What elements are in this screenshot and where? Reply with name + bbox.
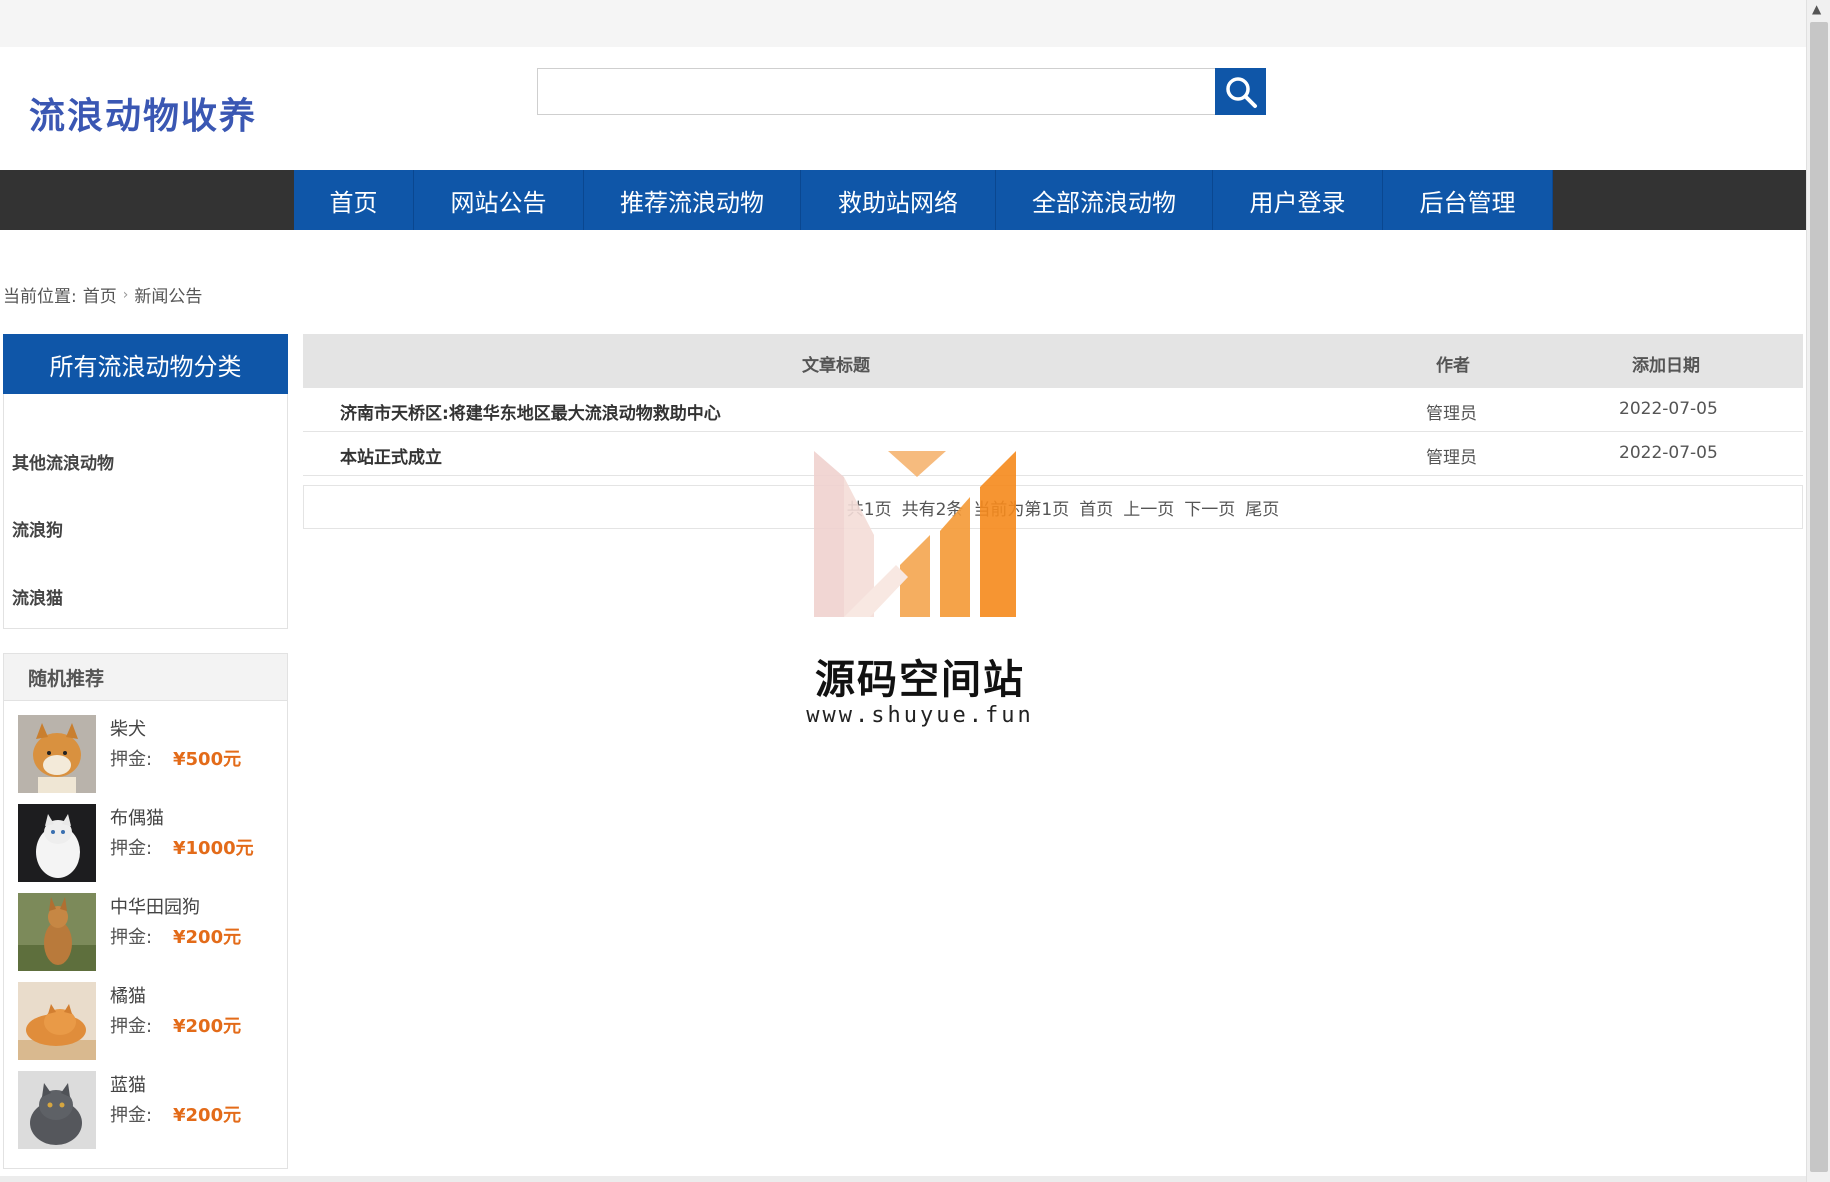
nav-user-login[interactable]: 用户登录 [1213,170,1383,230]
pagination: 共1页 共有2条 当前为第1页 首页 上一页 下一页 尾页 [303,485,1803,529]
watermark-logo-icon [814,451,1016,617]
animal-photo[interactable] [18,804,96,882]
main-nav: 首页 网站公告 推荐流浪动物 救助站网络 全部流浪动物 用户登录 后台管理 [0,170,1806,230]
deposit-label: 押金: [110,1105,153,1126]
article-author: 管理员 [1426,448,1477,468]
recommend-item[interactable]: 布偶猫 押金: ¥1000元 [18,804,278,882]
pager-last[interactable]: 尾页 [1245,495,1279,520]
breadcrumb-current: 新闻公告 [134,287,203,307]
chevron-right-icon: › [122,286,129,303]
news-table: 文章标题 作者 添加日期 济南市天桥区:将建华东地区最大流浪动物救助中心 管理员… [303,334,1803,529]
recommend-item[interactable]: 柴犬 押金: ¥500元 [18,715,278,793]
animal-photo[interactable] [18,1071,96,1149]
watermark-name: 源码空间站 [815,657,1025,703]
recommend-title: 随机推荐 [4,654,287,701]
animal-photo[interactable] [18,715,96,793]
category-panel: 所有流浪动物分类 其他流浪动物 流浪狗 流浪猫 [3,334,288,629]
recommend-panel: 随机推荐 柴犬 押金: ¥500元 布偶猫 押金: ¥1000元 中华田园狗 押… [3,653,288,1169]
browser-top-strip [0,0,1806,47]
recommend-item[interactable]: 蓝猫 押金: ¥200元 [18,1071,278,1149]
watermark: 源码空间站 www.shuyue.fun [800,447,1040,737]
recommend-item[interactable]: 橘猫 押金: ¥200元 [18,982,278,1060]
breadcrumb: 当前位置: 首页 › 新闻公告 [3,282,203,308]
article-author: 管理员 [1426,404,1477,424]
nav-recommended[interactable]: 推荐流浪动物 [584,170,801,230]
deposit-price: ¥200元 [173,1016,242,1037]
category-cats[interactable]: 流浪猫 [12,584,63,609]
table-header: 文章标题 作者 添加日期 [303,334,1803,388]
site-logo[interactable]: 流浪动物收养 [29,87,257,139]
article-date: 2022-07-05 [1619,443,1718,463]
article-title[interactable]: 本站正式成立 [340,443,442,468]
deposit-label: 押金: [110,927,153,948]
article-date: 2022-07-05 [1619,399,1718,419]
breadcrumb-home[interactable]: 首页 [83,282,117,307]
deposit-price: ¥200元 [173,927,242,948]
deposit-label: 押金: [110,838,153,859]
deposit-price: ¥1000元 [173,838,254,859]
column-title: 文章标题 [802,356,870,376]
column-author: 作者 [1436,356,1470,376]
table-row[interactable]: 济南市天桥区:将建华东地区最大流浪动物救助中心 管理员 2022-07-05 [303,388,1803,432]
animal-name[interactable]: 中华田园狗 [110,893,200,919]
nav-rescue-stations[interactable]: 救助站网络 [801,170,996,230]
animal-name[interactable]: 橘猫 [110,982,146,1008]
animal-photo[interactable] [18,893,96,971]
scroll-up-icon[interactable]: ▲ [1812,2,1821,16]
nav-all-animals[interactable]: 全部流浪动物 [996,170,1213,230]
deposit-label: 押金: [110,1016,153,1037]
animal-name[interactable]: 蓝猫 [110,1071,146,1097]
vertical-scrollbar[interactable]: ▲ [1806,0,1830,1182]
column-date: 添加日期 [1632,356,1700,376]
animal-photo[interactable] [18,982,96,1060]
animal-name[interactable]: 柴犬 [110,715,146,741]
page-bottom-edge [0,1176,1806,1182]
animal-name[interactable]: 布偶猫 [110,804,164,830]
watermark-url: www.shuyue.fun [806,703,1034,728]
deposit-price: ¥200元 [173,1105,242,1126]
search-button[interactable] [1215,68,1266,115]
breadcrumb-prefix: 当前位置: [3,287,77,307]
recommend-item[interactable]: 中华田园狗 押金: ¥200元 [18,893,278,971]
category-dogs[interactable]: 流浪狗 [12,516,63,541]
site-header: 流浪动物收养 [0,47,1806,170]
pager-first[interactable]: 首页 [1079,495,1113,520]
nav-announcements[interactable]: 网站公告 [414,170,584,230]
category-title: 所有流浪动物分类 [3,334,288,394]
category-other[interactable]: 其他流浪动物 [12,449,114,474]
deposit-price: ¥500元 [173,749,242,770]
article-title[interactable]: 济南市天桥区:将建华东地区最大流浪动物救助中心 [340,399,721,424]
search-icon [1225,76,1257,108]
nav-home[interactable]: 首页 [294,170,414,230]
search-input[interactable] [537,68,1216,115]
scrollbar-thumb[interactable] [1810,22,1828,1172]
pager-prev[interactable]: 上一页 [1123,495,1174,520]
nav-admin[interactable]: 后台管理 [1383,170,1553,230]
table-row[interactable]: 本站正式成立 管理员 2022-07-05 [303,432,1803,476]
pager-next[interactable]: 下一页 [1184,495,1235,520]
deposit-label: 押金: [110,749,153,770]
